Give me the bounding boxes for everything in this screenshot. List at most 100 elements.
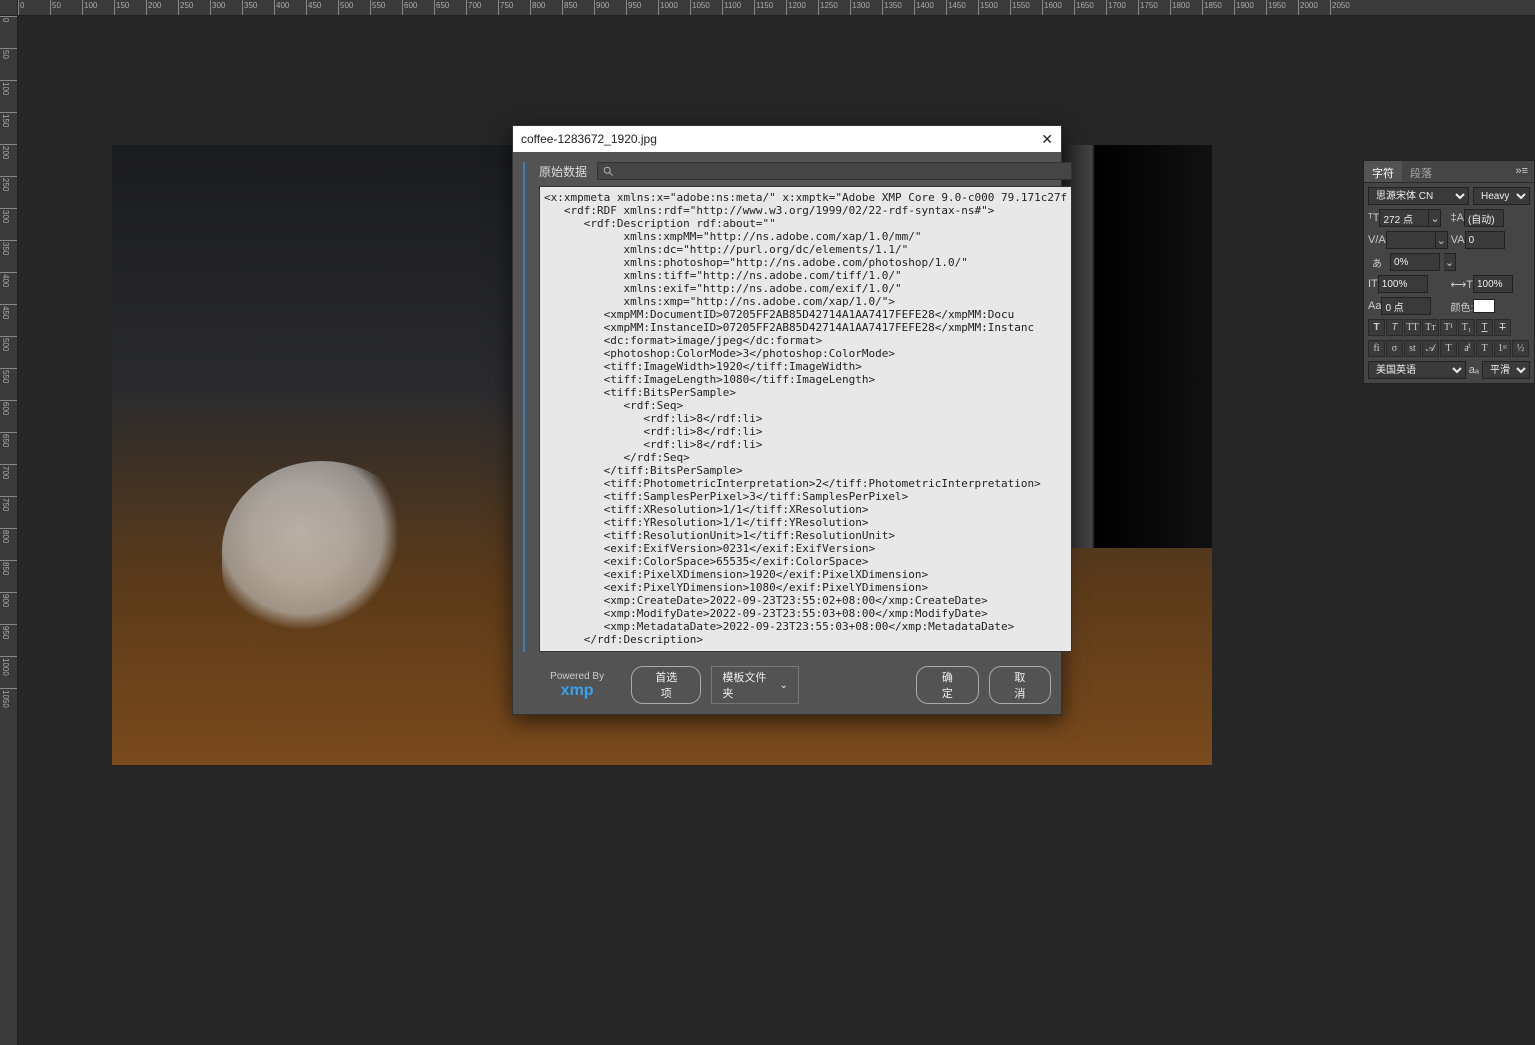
ruler-tick: 300 bbox=[210, 0, 242, 15]
ruler-tick: 300 bbox=[0, 208, 17, 240]
ruler-tick: 150 bbox=[0, 112, 17, 144]
category-item[interactable]: IPTC bbox=[524, 325, 525, 343]
dialog-title: coffee-1283672_1920.jpg bbox=[521, 132, 657, 146]
category-item[interactable]: 原始数据 bbox=[524, 649, 525, 652]
ruler-tick: 150 bbox=[114, 0, 146, 15]
tsume-input[interactable] bbox=[1390, 253, 1440, 271]
ruler-tick: 1300 bbox=[850, 0, 882, 15]
kerning-input[interactable] bbox=[1386, 231, 1436, 249]
smallcaps-button[interactable]: Tᴛ bbox=[1422, 319, 1439, 336]
category-item[interactable]: GPS 数据 bbox=[524, 393, 525, 443]
ruler-tick: 1800 bbox=[1170, 0, 1202, 15]
category-item[interactable]: 摄像机数据 bbox=[524, 201, 525, 287]
ruler-tick: 600 bbox=[402, 0, 434, 15]
color-label: 颜色: bbox=[1451, 299, 1474, 314]
font-family-select[interactable]: 思源宋体 CN bbox=[1368, 187, 1469, 205]
ruler-tick: 200 bbox=[146, 0, 178, 15]
ruler-tick: 850 bbox=[0, 560, 17, 592]
opentype-buttons: fi σ st 𝒜 T aͩ T 1ˢᵗ ½ bbox=[1368, 340, 1530, 357]
allcaps-button[interactable]: TT bbox=[1404, 319, 1421, 336]
template-label: 模板文件夹 bbox=[722, 669, 775, 701]
ruler-tick: 2000 bbox=[1298, 0, 1330, 15]
ligatures-button[interactable]: fi bbox=[1368, 340, 1385, 357]
text-color-swatch[interactable] bbox=[1473, 299, 1495, 313]
chevron-down-icon[interactable]: ⌄ bbox=[1444, 253, 1456, 271]
ruler-tick: 1600 bbox=[1042, 0, 1074, 15]
metadata-category-list[interactable]: 基本摄像机数据原点IPTCIPTC 扩展GPS 数据音频数据视频数据Photos… bbox=[523, 162, 525, 652]
font-size-icon: ᵀT bbox=[1368, 212, 1379, 224]
ruler-tick: 0 bbox=[0, 16, 17, 48]
ruler-horizontal[interactable]: 0501001502002503003504004505005506006507… bbox=[18, 0, 1535, 16]
stylistic-button[interactable]: st bbox=[1404, 340, 1421, 357]
titling-button[interactable]: T bbox=[1440, 340, 1457, 357]
hscale-input[interactable] bbox=[1473, 275, 1513, 293]
ruler-tick: 100 bbox=[0, 80, 17, 112]
tracking-icon: VA bbox=[1451, 234, 1465, 246]
ruler-tick: 1950 bbox=[1266, 0, 1298, 15]
raw-xml-textarea[interactable]: <x:xmpmeta xmlns:x="adobe:ns:meta/" x:xm… bbox=[539, 186, 1072, 652]
subscript-button[interactable]: T₁ bbox=[1458, 319, 1475, 336]
italic-button[interactable]: T bbox=[1386, 319, 1403, 336]
category-item[interactable]: AEM Properties bbox=[524, 619, 525, 649]
category-item[interactable]: Photoshop bbox=[524, 583, 525, 601]
image-monitor-edge bbox=[1062, 145, 1212, 548]
ruler-tick: 2050 bbox=[1330, 0, 1362, 15]
underline-button[interactable]: T bbox=[1476, 319, 1493, 336]
template-folder-dropdown[interactable]: 模板文件夹 bbox=[711, 666, 799, 704]
ruler-tick: 800 bbox=[0, 528, 17, 560]
ruler-tick: 1200 bbox=[786, 0, 818, 15]
category-item[interactable]: 音频数据 bbox=[524, 443, 525, 513]
strikethrough-button[interactable]: T bbox=[1494, 319, 1511, 336]
category-item[interactable]: IPTC 扩展 bbox=[524, 343, 525, 393]
font-style-select[interactable]: Heavy bbox=[1473, 187, 1530, 205]
swash-button[interactable]: 𝒜 bbox=[1422, 340, 1439, 357]
ruler-tick: 250 bbox=[0, 176, 17, 208]
category-item[interactable]: DICOM bbox=[524, 601, 525, 619]
tracking-input[interactable] bbox=[1465, 231, 1505, 249]
ruler-tick: 200 bbox=[0, 144, 17, 176]
ruler-tick: 1150 bbox=[754, 0, 786, 15]
ruler-tick: 1500 bbox=[978, 0, 1010, 15]
preferences-button[interactable]: 首选项 bbox=[631, 666, 701, 704]
chevron-down-icon[interactable]: ⌄ bbox=[1436, 231, 1448, 249]
ruler-tick: 1750 bbox=[1138, 0, 1170, 15]
ruler-tick: 1550 bbox=[1010, 0, 1042, 15]
vscale-input[interactable] bbox=[1378, 275, 1428, 293]
leading-icon: ‡A bbox=[1451, 212, 1464, 224]
category-item[interactable]: 基本 bbox=[524, 163, 525, 201]
ruler-tick: 1100 bbox=[722, 0, 754, 15]
superscript-button[interactable]: T¹ bbox=[1440, 319, 1457, 336]
ordinal-button[interactable]: 1ˢᵗ bbox=[1494, 340, 1511, 357]
category-item[interactable]: 视频数据 bbox=[524, 513, 525, 583]
contextual-button[interactable]: σ bbox=[1386, 340, 1403, 357]
search-input[interactable] bbox=[597, 162, 1072, 180]
bold-button[interactable]: T bbox=[1368, 319, 1385, 336]
panel-menu-icon[interactable]: »≡ bbox=[1509, 161, 1534, 182]
fractions-button[interactable]: T bbox=[1476, 340, 1493, 357]
baseline-icon: Aa bbox=[1368, 300, 1381, 312]
ruler-tick: 500 bbox=[338, 0, 370, 15]
ruler-tick: 950 bbox=[0, 624, 17, 656]
chevron-down-icon[interactable]: ⌄ bbox=[1429, 209, 1441, 227]
ruler-tick: 1050 bbox=[690, 0, 722, 15]
font-size-input[interactable] bbox=[1379, 209, 1429, 227]
tab-character[interactable]: 字符 bbox=[1364, 161, 1402, 182]
ruler-vertical[interactable]: 0501001502002503003504004505005506006507… bbox=[0, 16, 18, 1045]
ruler-tick: 900 bbox=[0, 592, 17, 624]
antialias-select[interactable]: 平滑 bbox=[1482, 361, 1530, 379]
ruler-tick: 450 bbox=[0, 304, 17, 336]
ok-button[interactable]: 确 定 bbox=[916, 666, 978, 704]
language-select[interactable]: 美国英语 bbox=[1368, 361, 1466, 379]
ruler-tick: 0 bbox=[18, 0, 50, 15]
powered-by-xmp: Powered By xmp bbox=[523, 671, 631, 700]
ordinals-button[interactable]: aͩ bbox=[1458, 340, 1475, 357]
ruler-tick: 400 bbox=[0, 272, 17, 304]
close-icon[interactable]: ✕ bbox=[1041, 131, 1053, 148]
tab-paragraph[interactable]: 段落 bbox=[1402, 161, 1440, 182]
dialog-titlebar[interactable]: coffee-1283672_1920.jpg ✕ bbox=[513, 126, 1061, 152]
leading-input[interactable] bbox=[1464, 209, 1504, 227]
half-button[interactable]: ½ bbox=[1512, 340, 1529, 357]
baseline-shift-input[interactable] bbox=[1381, 297, 1431, 315]
category-item[interactable]: 原点 bbox=[524, 287, 525, 325]
cancel-button[interactable]: 取 消 bbox=[989, 666, 1051, 704]
